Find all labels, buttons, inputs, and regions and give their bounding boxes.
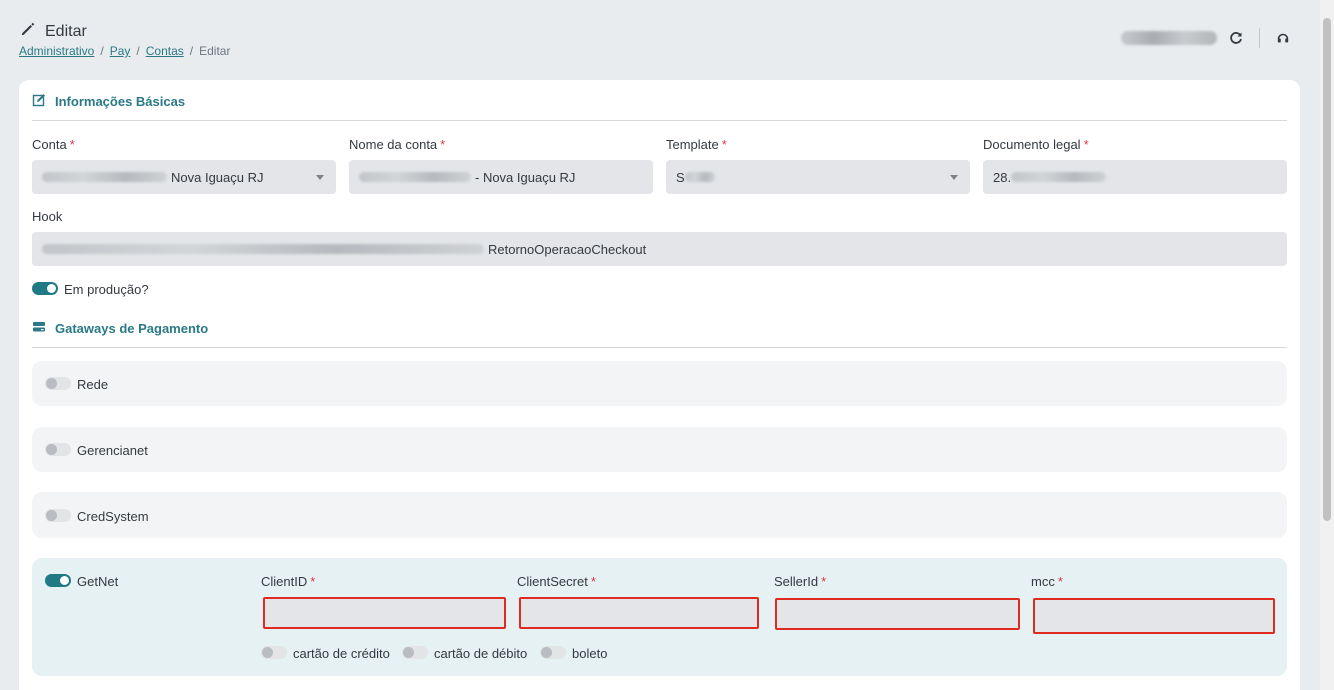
documento-input[interactable]: 28. bbox=[983, 160, 1287, 194]
documento-value: 28. bbox=[993, 169, 1012, 185]
redacted-text bbox=[42, 172, 167, 182]
redacted-text bbox=[42, 244, 484, 254]
debito-label: cartão de débito bbox=[434, 646, 528, 661]
breadcrumb-pay[interactable]: Pay bbox=[110, 44, 131, 58]
scrollbar-thumb[interactable] bbox=[1323, 18, 1331, 521]
clientid-label: ClientID * bbox=[261, 574, 316, 589]
gateway-getnet-label: GetNet bbox=[77, 574, 119, 589]
conta-select[interactable]: Nova Iguaçu RJ bbox=[32, 160, 336, 194]
clientsecret-input[interactable] bbox=[519, 597, 759, 629]
gateway-getnet: GetNet ClientID * ClientSecret * SellerId *… bbox=[32, 558, 1287, 676]
clientid-input[interactable] bbox=[263, 597, 506, 629]
scrollbar[interactable] bbox=[1320, 0, 1334, 690]
page-title-text: Editar bbox=[45, 22, 87, 40]
mcc-label: mcc * bbox=[1031, 574, 1063, 589]
section-basic-info: Informações Básicas bbox=[32, 93, 185, 110]
producao-label: Em produção? bbox=[64, 282, 149, 297]
boleto-label: boleto bbox=[572, 646, 608, 661]
nome-conta-value: - Nova Iguaçu RJ bbox=[475, 169, 576, 185]
breadcrumb-separator: / bbox=[189, 44, 194, 58]
card-icon bbox=[32, 320, 46, 337]
gateway-rede: Rede bbox=[32, 361, 1287, 406]
refresh-icon[interactable] bbox=[1227, 29, 1245, 47]
sellerid-label: SellerId * bbox=[774, 574, 827, 589]
page-title: Editar bbox=[19, 20, 87, 43]
conta-label: Conta * bbox=[32, 137, 75, 152]
hook-value: RetornoOperacaoCheckout bbox=[488, 241, 647, 257]
gateway-getnet-toggle[interactable] bbox=[45, 574, 71, 587]
edit-square-icon bbox=[32, 93, 46, 110]
sellerid-input[interactable] bbox=[775, 598, 1020, 630]
redacted-text bbox=[359, 172, 471, 182]
breadcrumb-current: Editar bbox=[199, 44, 231, 58]
hook-input[interactable]: RetornoOperacaoCheckout bbox=[32, 232, 1287, 266]
chevron-down-icon bbox=[316, 175, 324, 180]
gateway-gerencianet: Gerencianet bbox=[32, 427, 1287, 472]
template-select-value: S bbox=[676, 169, 685, 185]
gateway-credsystem: CredSystem bbox=[32, 492, 1287, 538]
pencil-icon bbox=[19, 20, 37, 43]
gateway-rede-label: Rede bbox=[77, 377, 109, 392]
redacted-text bbox=[684, 172, 715, 182]
section-gateways: Gataways de Pagamento bbox=[32, 320, 208, 337]
section-gateways-title: Gataways de Pagamento bbox=[55, 321, 209, 336]
template-select[interactable]: S bbox=[666, 160, 970, 194]
producao-toggle[interactable] bbox=[32, 282, 58, 295]
documento-label: Documento legal * bbox=[983, 137, 1089, 152]
chevron-down-icon bbox=[950, 175, 958, 180]
breadcrumb-separator: / bbox=[100, 44, 104, 58]
boleto-toggle[interactable] bbox=[540, 646, 566, 659]
gateway-credsystem-toggle[interactable] bbox=[45, 509, 71, 522]
form-card: Informações Básicas Conta * Nome da conta… bbox=[19, 80, 1300, 690]
section-divider bbox=[32, 120, 1287, 121]
redacted-text bbox=[1011, 172, 1107, 182]
mcc-input[interactable] bbox=[1033, 598, 1275, 634]
credito-label: cartão de crédito bbox=[293, 646, 390, 661]
gateway-rede-toggle[interactable] bbox=[45, 377, 71, 390]
clientsecret-label: ClientSecret * bbox=[517, 574, 596, 589]
conta-select-value: Nova Iguaçu RJ bbox=[171, 169, 264, 185]
headset-icon[interactable] bbox=[1274, 29, 1292, 47]
nome-conta-input[interactable]: - Nova Iguaçu RJ bbox=[349, 160, 653, 194]
nome-conta-label: Nome da conta * bbox=[349, 137, 446, 152]
gateway-gerencianet-label: Gerencianet bbox=[77, 443, 148, 458]
section-basic-info-title: Informações Básicas bbox=[55, 94, 186, 109]
user-area bbox=[1121, 28, 1292, 48]
breadcrumb-contas[interactable]: Contas bbox=[146, 44, 184, 58]
divider bbox=[1259, 28, 1260, 48]
gateway-credsystem-label: CredSystem bbox=[77, 509, 149, 524]
debito-toggle[interactable] bbox=[402, 646, 428, 659]
breadcrumb-separator: / bbox=[136, 44, 140, 58]
top-bar: Editar Administrativo / Pay / Contas / E… bbox=[0, 0, 1320, 80]
template-label: Template * bbox=[666, 137, 727, 152]
user-name-redacted[interactable] bbox=[1121, 31, 1217, 45]
gateway-gerencianet-toggle[interactable] bbox=[45, 443, 71, 456]
breadcrumb: Administrativo / Pay / Contas / Editar bbox=[19, 44, 230, 58]
breadcrumb-administrativo[interactable]: Administrativo bbox=[19, 44, 94, 58]
section-divider bbox=[32, 347, 1287, 348]
credito-toggle[interactable] bbox=[261, 646, 287, 659]
hook-label: Hook bbox=[32, 209, 63, 224]
